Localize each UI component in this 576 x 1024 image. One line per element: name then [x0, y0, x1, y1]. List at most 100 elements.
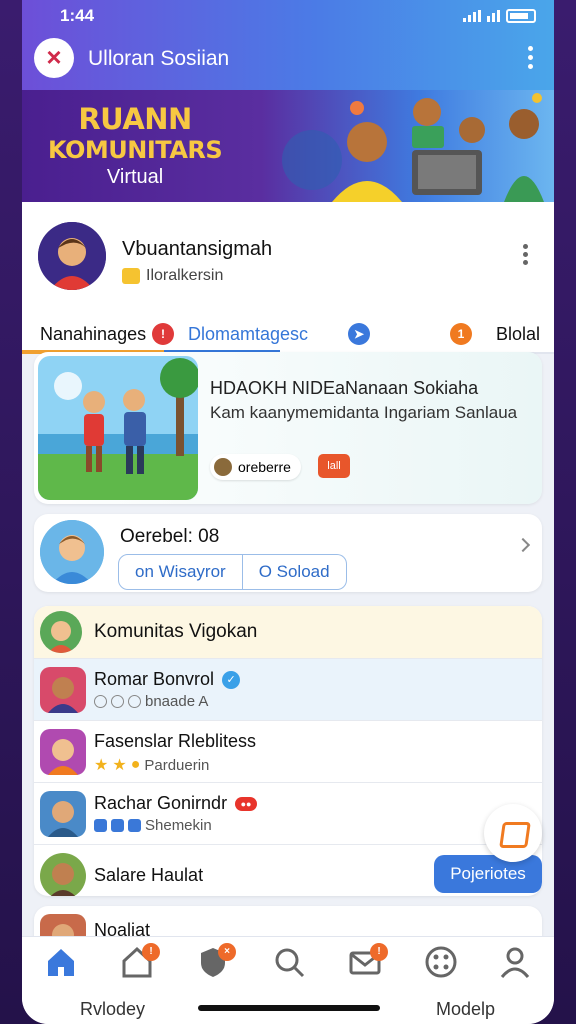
- list-header-avatar: [40, 611, 82, 653]
- boy-avatar-icon: [38, 222, 106, 290]
- tag-icon: [128, 819, 141, 832]
- tab-bar: Nanahinages ! Dlomamtagesc ➤ 1 Blolal: [22, 310, 554, 354]
- list-item[interactable]: Salare Haulat Pojeriotes: [34, 844, 542, 896]
- featured-text: Kam kaanymemidanta Ingariam Sanlaua: [210, 403, 518, 422]
- author-avatar: [214, 458, 232, 476]
- member-name-text: Romar Bonvrol: [94, 669, 215, 689]
- nav-house[interactable]: !: [120, 943, 160, 985]
- status-bar: 1:44: [60, 6, 536, 26]
- member-meta-text: bnaade A: [145, 693, 209, 710]
- wifi-icon: [487, 10, 500, 22]
- home-indicator: [198, 1005, 380, 1011]
- compose-fab-icon[interactable]: [484, 804, 542, 862]
- app-title: Ulloran Sosiian: [88, 47, 230, 70]
- nav-right-label: Modelp: [436, 999, 496, 1019]
- featured-illustration: [38, 356, 198, 500]
- location-badge-icon: ➤: [348, 323, 370, 345]
- status-icon: [128, 695, 141, 708]
- profile-header: Vbuantansigmah Iloralkersin: [22, 202, 554, 310]
- member-meta: bnaade A: [94, 693, 208, 710]
- notification-badge: !: [142, 943, 160, 961]
- alert-badge-icon: !: [152, 323, 174, 345]
- banner-line-2: KOMUNITARS: [48, 136, 223, 164]
- banner-line-1: RUANN: [78, 102, 192, 136]
- notification-badge: !: [370, 943, 388, 961]
- live-badge-icon: ●●: [235, 796, 258, 811]
- battery-icon: [506, 9, 536, 23]
- nav-explore[interactable]: [424, 945, 464, 985]
- list-item[interactable]: Fasenslar Rleblitess ★ ★ ● Parduerin: [34, 720, 542, 782]
- status-time: 1:44: [60, 6, 95, 25]
- kids-scene-icon: [38, 356, 198, 500]
- community-banner[interactable]: RUANN KOMUNITARS Virtual: [22, 90, 554, 202]
- featured-tag: lall: [318, 454, 350, 478]
- nav-home[interactable]: [44, 945, 84, 985]
- member-name: Salare Haulat: [94, 865, 204, 885]
- status-icon: [94, 695, 107, 708]
- member-avatar: [40, 791, 86, 837]
- member-name: Fasenslar Rleblitess: [94, 731, 257, 751]
- soload-button[interactable]: O Soload: [242, 554, 347, 590]
- profile-more-icon[interactable]: [523, 244, 528, 268]
- featured-author-chip[interactable]: oreberre: [210, 454, 301, 480]
- tab-dlomamtagesc[interactable]: Dlomamtagesc: [188, 324, 308, 345]
- app-screen: 1:44 × Ulloran Sosiian RUANN KOMUNITARS …: [22, 0, 554, 1024]
- user-icon: [500, 947, 530, 978]
- community-list: Komunitas Vigokan Romar Bonvrol ✓ bnaade…: [34, 606, 542, 896]
- nav-messages[interactable]: !: [348, 943, 388, 985]
- wisayror-button[interactable]: on Wisayror: [118, 554, 243, 590]
- star-icon: ★: [94, 757, 109, 774]
- member-name: Rachar Gonirndr ●●: [94, 793, 258, 814]
- member-meta: Shemekin: [94, 817, 212, 834]
- chat-icon: [94, 819, 107, 832]
- profile-subtitle-text: Iloralkersin: [146, 267, 224, 284]
- crown-icon: [122, 268, 140, 284]
- notification-badge: ×: [218, 943, 236, 961]
- list-header: Komunitas Vigokan: [34, 606, 542, 658]
- profile-name: Vbuantansigmah: [122, 238, 273, 260]
- list-header-title: Komunitas Vigokan: [94, 621, 258, 642]
- profile-avatar[interactable]: [38, 222, 106, 290]
- top-bar: 1:44 × Ulloran Sosiian: [22, 0, 554, 90]
- home-mini-icon: [111, 819, 124, 832]
- nav-shield[interactable]: ×: [196, 943, 236, 985]
- more-menu-icon[interactable]: [528, 46, 534, 73]
- status-icons: [463, 6, 536, 26]
- tab-nanahinages[interactable]: Nanahinages: [40, 324, 146, 345]
- signal-icon: [463, 10, 481, 22]
- pojeriotes-button[interactable]: Pojeriotes: [434, 855, 542, 893]
- user-card: Oerebel: 08 on Wisayror O Soload: [34, 514, 542, 592]
- profile-subtitle: Iloralkersin: [122, 267, 223, 285]
- list-item[interactable]: Rachar Gonirndr ●● Shemekin: [34, 782, 542, 844]
- kid-avatar-icon: [40, 520, 104, 584]
- close-button[interactable]: ×: [34, 38, 74, 78]
- status-icon: [111, 695, 124, 708]
- chat-badge-icon: 1: [450, 323, 472, 345]
- member-avatar: [40, 667, 86, 713]
- star-icon: ●: [130, 756, 141, 773]
- user-card-avatar[interactable]: [40, 520, 104, 584]
- featured-card[interactable]: HDAOKH NIDEaNanaan Sokiaha Kam kaanymemi…: [34, 352, 542, 504]
- palette-icon: [425, 946, 457, 978]
- home-icon: [48, 949, 74, 976]
- search-icon: [275, 948, 305, 978]
- banner-illustration: [282, 93, 544, 202]
- member-meta-text: Parduerin: [144, 756, 210, 774]
- banner-line-3: Virtual: [106, 166, 164, 188]
- member-meta: ★ ★ ● Parduerin: [94, 755, 209, 775]
- member-avatar: [40, 729, 86, 775]
- member-name: Romar Bonvrol ✓: [94, 669, 241, 690]
- member-name-text: Rachar Gonirndr: [94, 793, 228, 813]
- user-card-actions: on Wisayror O Soload: [118, 554, 347, 590]
- user-card-title: Oerebel: 08: [120, 526, 220, 547]
- tab-blolal[interactable]: Blolal: [496, 324, 540, 345]
- featured-chip-label: oreberre: [238, 459, 291, 475]
- featured-title: HDAOKH NIDEaNanaan Sokiaha: [210, 378, 479, 398]
- star-icon: ★: [112, 757, 127, 774]
- nav-search[interactable]: [272, 945, 312, 985]
- chevron-right-icon[interactable]: [515, 537, 531, 553]
- nav-profile[interactable]: [498, 945, 538, 985]
- nav-left-label: Rvlodey: [80, 999, 146, 1019]
- member-avatar: [40, 853, 86, 896]
- list-item[interactable]: Romar Bonvrol ✓ bnaade A: [34, 658, 542, 720]
